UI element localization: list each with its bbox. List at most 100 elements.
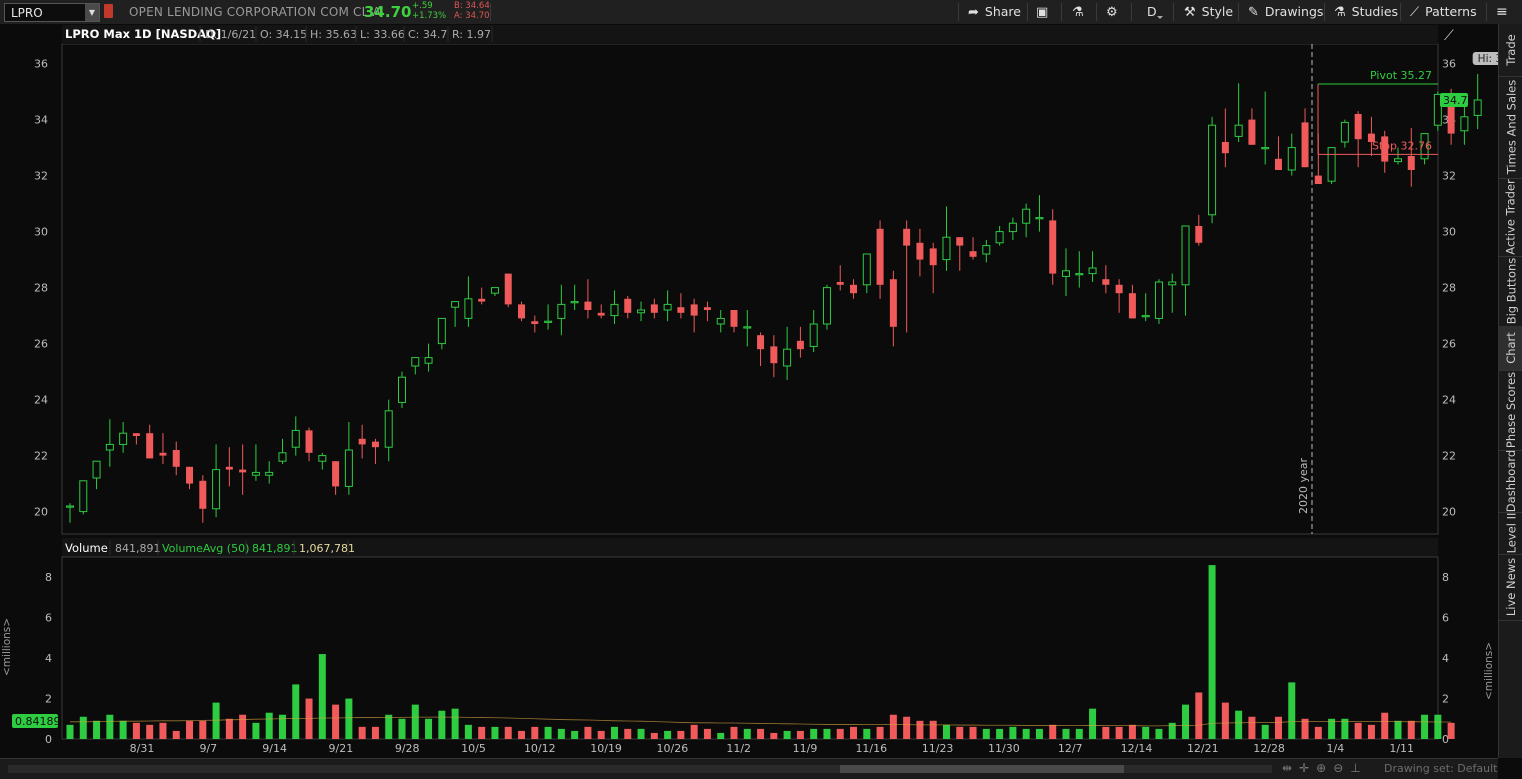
style-label: Style xyxy=(1201,4,1234,19)
volume-bar xyxy=(1261,724,1269,739)
symbol-input[interactable]: LPRO ▼ xyxy=(4,3,100,22)
studies-button[interactable]: ⚗ Studies xyxy=(1334,4,1398,20)
candle-body xyxy=(889,279,897,327)
crosshair-icon[interactable]: ✛ xyxy=(1299,761,1316,775)
side-tab-active-trader[interactable]: Active Trader xyxy=(1499,178,1522,257)
candle-body xyxy=(358,438,366,445)
volume-bar xyxy=(478,726,486,739)
volume-bar xyxy=(292,684,300,739)
candle-body xyxy=(305,430,313,453)
candle-body xyxy=(637,309,646,314)
time-tick: 12/28 xyxy=(1253,742,1285,755)
zoom-out-icon[interactable]: ⊖ xyxy=(1333,761,1350,775)
side-tab-label: Active Trader xyxy=(1504,179,1519,255)
side-tab-live-news[interactable]: Live News xyxy=(1499,554,1522,621)
candle-body xyxy=(557,303,566,319)
side-tab-phase-scores[interactable]: Phase Scores xyxy=(1499,370,1522,451)
settings-button[interactable]: ⚙ xyxy=(1106,4,1124,20)
volume-bar xyxy=(531,726,539,739)
candle-body xyxy=(1407,156,1415,170)
time-tick: 9/7 xyxy=(199,742,217,755)
side-tab-big-buttons[interactable]: Big Buttons xyxy=(1499,256,1522,327)
candle-body xyxy=(239,469,247,473)
candle-body xyxy=(1221,142,1229,154)
side-tab-dashboard[interactable]: Dashboard xyxy=(1499,450,1522,513)
volume-bar xyxy=(1314,726,1322,739)
volume-bar xyxy=(1155,728,1163,739)
time-tick: 10/19 xyxy=(590,742,622,755)
symbol-dropdown-icon[interactable]: ▼ xyxy=(85,4,99,21)
volume-bar xyxy=(1447,722,1455,739)
drawings-button[interactable]: ✎ Drawings xyxy=(1248,4,1323,20)
volume-bar xyxy=(1182,704,1190,739)
candle-body xyxy=(1208,124,1217,216)
pan-icon[interactable]: ⇹ xyxy=(1282,761,1299,775)
patterns-button[interactable]: ⟋ Patterns xyxy=(1410,4,1477,20)
candle-body xyxy=(836,282,844,285)
volume-bar xyxy=(1235,710,1243,739)
volume-bar xyxy=(876,726,884,739)
candle-body xyxy=(1287,147,1296,171)
candle-body xyxy=(132,433,140,436)
side-tab-chart[interactable]: Chart xyxy=(1499,326,1522,371)
drawing-set-icon[interactable]: ⊥ xyxy=(1350,761,1367,775)
candle-body xyxy=(850,284,858,294)
volume-bar xyxy=(557,728,565,739)
volume-bar xyxy=(942,724,950,739)
time-tick: 9/28 xyxy=(395,742,420,755)
alert-flag-icon[interactable] xyxy=(104,4,113,18)
candle-body xyxy=(876,228,884,285)
volume-bar xyxy=(810,728,818,739)
side-tab-level-ii[interactable]: Level II xyxy=(1499,512,1522,555)
volume-bar xyxy=(1248,716,1256,739)
year-label: 2020 year xyxy=(1297,457,1310,514)
chart-settings-button[interactable]: ▣ xyxy=(1036,4,1054,20)
period-button[interactable]: D xyxy=(1147,4,1163,20)
drawing-tool-icon[interactable]: ⟋ xyxy=(1444,28,1454,44)
candle-body xyxy=(610,303,619,317)
divider xyxy=(490,3,491,21)
price-tick-left: 34 xyxy=(34,114,48,127)
volume-bar xyxy=(757,728,765,739)
chart-area[interactable]: LPRO Max 1D [NASDAQ] D: 1/6/21 O: 34.15 … xyxy=(0,24,1498,758)
toolbar: LPRO ▼ OPEN LENDING CORPORATION COM CL A… xyxy=(0,0,1522,25)
volume-bar xyxy=(79,716,87,739)
volume-bar xyxy=(385,714,393,739)
last-price-label: 34.7 xyxy=(1443,94,1468,107)
style-button[interactable]: ⚒ Style xyxy=(1184,4,1233,20)
volume-bar xyxy=(1288,682,1296,739)
volume-avg-value: 841,891 xyxy=(252,542,298,555)
side-tab-label: Phase Scores xyxy=(1504,371,1519,449)
menu-button[interactable]: ≡ xyxy=(1496,4,1508,20)
volume-bar xyxy=(225,718,233,739)
side-tab-trade[interactable]: Trade xyxy=(1499,24,1522,77)
side-tab-panel: Trade Times And Sales Active Trader Big But… xyxy=(1498,24,1522,758)
share-button[interactable]: ➦ Share xyxy=(968,4,1021,20)
candle-body xyxy=(490,287,499,294)
candle-body xyxy=(822,287,831,325)
candle-body xyxy=(770,346,778,364)
time-tick: 1/11 xyxy=(1389,742,1414,755)
zoom-controls[interactable]: ⇹✛⊕⊖⊥ xyxy=(1282,761,1368,775)
candle-body xyxy=(1274,158,1282,170)
bid-ask: B: 34.64 A: 34.70 xyxy=(454,1,490,21)
scrollbar-thumb[interactable] xyxy=(840,765,1124,773)
flask-button[interactable]: ⚗ xyxy=(1072,4,1090,20)
volume-title: Volume xyxy=(65,541,108,555)
side-tab-times-and-sales[interactable]: Times And Sales xyxy=(1499,76,1522,179)
price-tick-right: 28 xyxy=(1442,282,1456,295)
divider xyxy=(1061,3,1062,21)
volume-bar xyxy=(451,708,459,739)
chart-title: LPRO Max 1D [NASDAQ] xyxy=(65,27,221,41)
pct-change: +1.73% xyxy=(412,10,447,21)
candle-body xyxy=(690,304,698,316)
time-tick: 11/2 xyxy=(726,742,751,755)
volume-bar xyxy=(823,728,831,739)
zoom-in-icon[interactable]: ⊕ xyxy=(1316,761,1333,775)
volume-bar xyxy=(1022,728,1030,739)
candle-body xyxy=(518,304,526,319)
volume-tick-left: 2 xyxy=(45,693,52,706)
volume-bar xyxy=(889,714,897,739)
volume-tick-left: 6 xyxy=(45,612,52,625)
volume-bar xyxy=(411,704,419,739)
